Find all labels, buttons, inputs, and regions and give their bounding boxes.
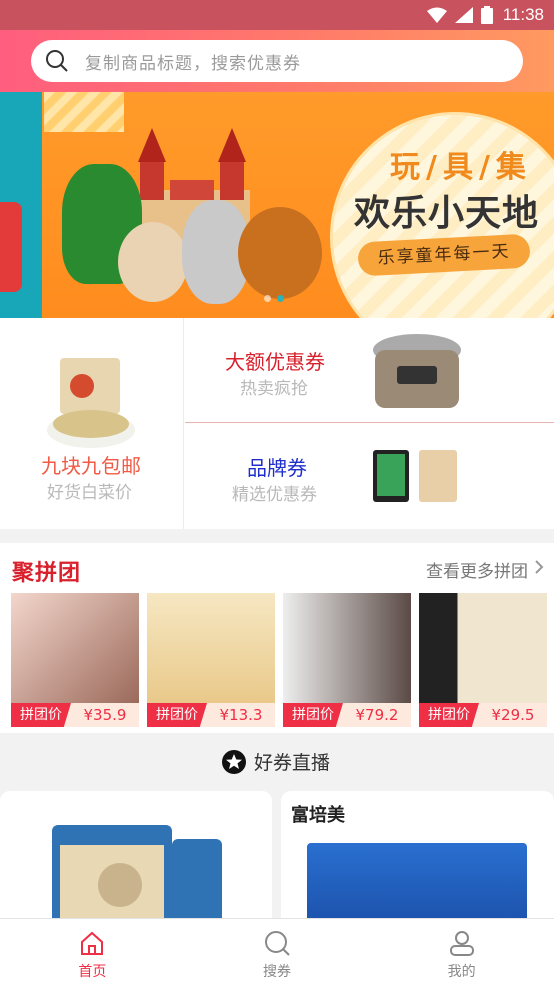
promo-nine-nine[interactable]: 九块九包邮 好货白菜价 [0, 318, 184, 529]
banner-carousel[interactable]: 玩/具/集 欢乐小天地 乐享童年每一天 [0, 92, 554, 318]
brand-name: 富培美 [291, 805, 345, 826]
group-buy-section: 聚拼团 查看更多拼团 拼团价 ¥35.9 拼团价 ¥13.3 拼团价 ¥79.2 [0, 543, 554, 733]
battery-icon [480, 6, 493, 24]
group-buy-item[interactable]: 拼团价 ¥35.9 [11, 593, 139, 727]
coupon-live-title: 好券直播 [254, 752, 331, 774]
promo-brand-coupon[interactable]: 品牌券 精选优惠券 [185, 424, 554, 529]
banner-prev-slide [0, 92, 42, 318]
group-buy-item[interactable]: 拼团价 ¥13.3 [147, 593, 275, 727]
carousel-dot-active[interactable] [277, 295, 284, 302]
search-placeholder: 复制商品标题，搜索优惠券 [85, 53, 301, 74]
rice-cooker-image [373, 334, 461, 408]
product-card[interactable] [0, 791, 272, 921]
home-icon [81, 931, 104, 955]
snack-bag-image [52, 825, 222, 921]
promo-grid: 九块九包邮 好货白菜价 大额优惠券 热卖疯抢 品牌券 精选优惠券 [0, 318, 554, 529]
status-bar: 11:38 [0, 0, 554, 30]
tab-home[interactable]: 首页 [0, 919, 185, 986]
product-box-image [307, 843, 527, 921]
nuts-product-image [47, 358, 135, 448]
group-price-value: ¥29.5 [491, 706, 535, 724]
banner-title-small: 玩/具/集 [390, 150, 532, 185]
tab-search-coupons[interactable]: 搜券 [185, 919, 370, 986]
contact-lens-image [11, 593, 139, 703]
group-price-bar: 拼团价 ¥13.3 [147, 703, 275, 727]
banner-decoration [44, 92, 124, 132]
group-price-value: ¥13.3 [219, 706, 263, 724]
signal-icon [454, 7, 473, 23]
promo-big-coupon-subtitle: 热卖疯抢 [240, 379, 308, 399]
group-buy-more-link[interactable]: 查看更多拼团 [426, 557, 528, 582]
wifi-icon [426, 7, 447, 23]
group-price-label: 拼团价 [11, 703, 71, 727]
promo-nine-nine-title: 九块九包邮 [41, 454, 141, 478]
bottom-tab-bar: 首页 搜券 我的 [0, 918, 554, 986]
banner-title-big: 欢乐小天地 [354, 193, 540, 234]
star-badge-icon [222, 749, 246, 774]
group-price-value: ¥79.2 [355, 706, 399, 724]
carousel-dot[interactable] [264, 295, 271, 302]
group-price-bar: 拼团价 ¥79.2 [283, 703, 411, 727]
promo-big-coupon-title: 大额优惠券 [225, 350, 325, 374]
toy-sheep-image [118, 222, 188, 302]
promo-big-coupon[interactable]: 大额优惠券 热卖疯抢 [185, 318, 554, 423]
promo-nine-nine-subtitle: 好货白菜价 [47, 483, 132, 503]
product-card[interactable]: 富培美 [281, 791, 554, 921]
status-icons: 11:38 [426, 5, 544, 25]
search-input[interactable]: 复制商品标题，搜索优惠券 [31, 40, 523, 82]
carousel-indicator [264, 295, 284, 302]
workbook-image [147, 593, 275, 703]
group-price-label: 拼团价 [147, 703, 207, 727]
tab-profile-label: 我的 [447, 964, 476, 980]
tab-profile[interactable]: 我的 [369, 919, 554, 986]
search-icon [46, 50, 68, 72]
group-price-value: ¥35.9 [83, 706, 127, 724]
group-price-bar: 拼团价 ¥35.9 [11, 703, 139, 727]
book-set-image [419, 593, 547, 703]
group-buy-item[interactable]: 拼团价 ¥79.2 [283, 593, 411, 727]
group-buy-title: 聚拼团 [12, 561, 82, 586]
app-screen: 11:38 复制商品标题，搜索优惠券 玩/具/集 欢乐小天地 乐享童年每一天 九… [0, 0, 554, 986]
coupon-live-header: 好券直播 [0, 733, 554, 791]
tablet-image [373, 450, 457, 502]
promo-brand-coupon-subtitle: 精选优惠券 [232, 485, 317, 505]
group-price-label: 拼团价 [283, 703, 343, 727]
promo-brand-coupon-title: 品牌券 [247, 456, 307, 480]
toy-squirrel-image [238, 207, 322, 299]
user-icon [449, 931, 474, 956]
tab-search-label: 搜券 [263, 964, 291, 980]
group-price-bar: 拼团价 ¥29.5 [419, 703, 547, 727]
group-price-label: 拼团价 [419, 703, 479, 727]
chevron-right-icon[interactable] [534, 559, 544, 575]
status-time: 11:38 [502, 5, 544, 24]
tab-home-label: 首页 [78, 964, 107, 980]
group-buy-item[interactable]: 拼团价 ¥29.5 [419, 593, 547, 727]
header: 11:38 复制商品标题，搜索优惠券 [0, 0, 554, 92]
search-icon [265, 931, 290, 956]
lens-model-image [283, 593, 411, 703]
